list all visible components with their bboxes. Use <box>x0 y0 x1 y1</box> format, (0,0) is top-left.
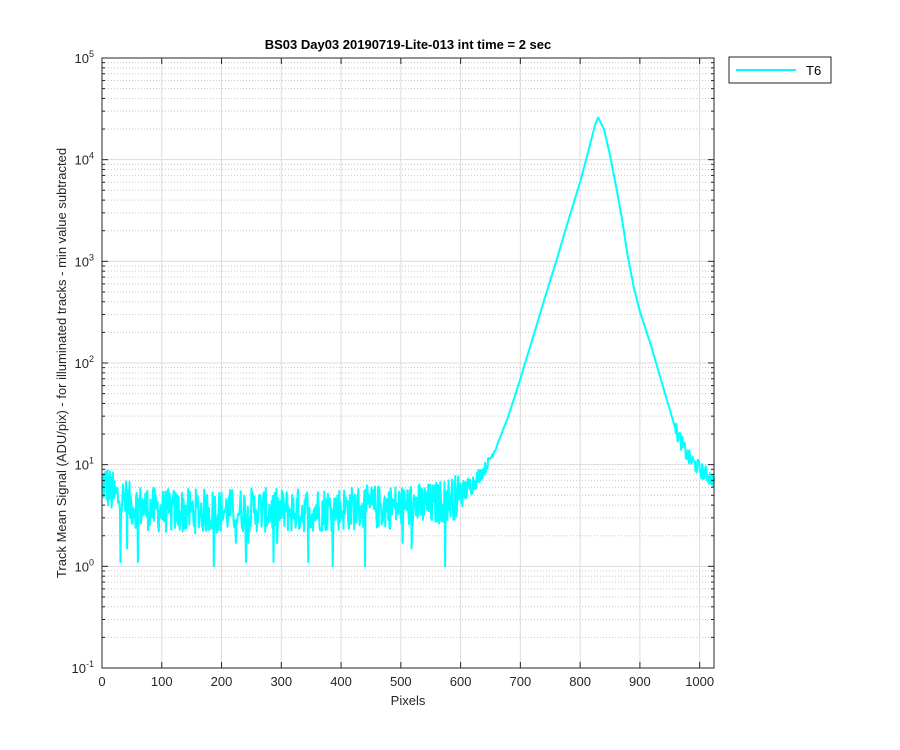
x-tick-label: 700 <box>510 674 532 689</box>
x-tick-label: 100 <box>151 674 173 689</box>
legend-label-t6: T6 <box>806 63 821 78</box>
x-tick-label: 800 <box>569 674 591 689</box>
y-axis-label: Track Mean Signal (ADU/pix) - for illumi… <box>54 148 69 578</box>
x-axis-label: Pixels <box>391 693 426 708</box>
chart-title: BS03 Day03 20190719-Lite-013 int time = … <box>265 37 552 52</box>
x-tick-label: 300 <box>270 674 292 689</box>
chart-figure: 0 100 200 300 400 500 600 700 800 900 100010-11001… <box>0 0 900 750</box>
x-tick-label: 0 <box>98 674 105 689</box>
legend[interactable]: T6 <box>728 56 832 84</box>
x-tick-label: 200 <box>211 674 233 689</box>
x-tick-label: 600 <box>450 674 472 689</box>
x-tick-label: 900 <box>629 674 651 689</box>
x-tick-label: 400 <box>330 674 352 689</box>
x-tick-label: 500 <box>390 674 412 689</box>
x-tick-label: 1000 <box>685 674 714 689</box>
